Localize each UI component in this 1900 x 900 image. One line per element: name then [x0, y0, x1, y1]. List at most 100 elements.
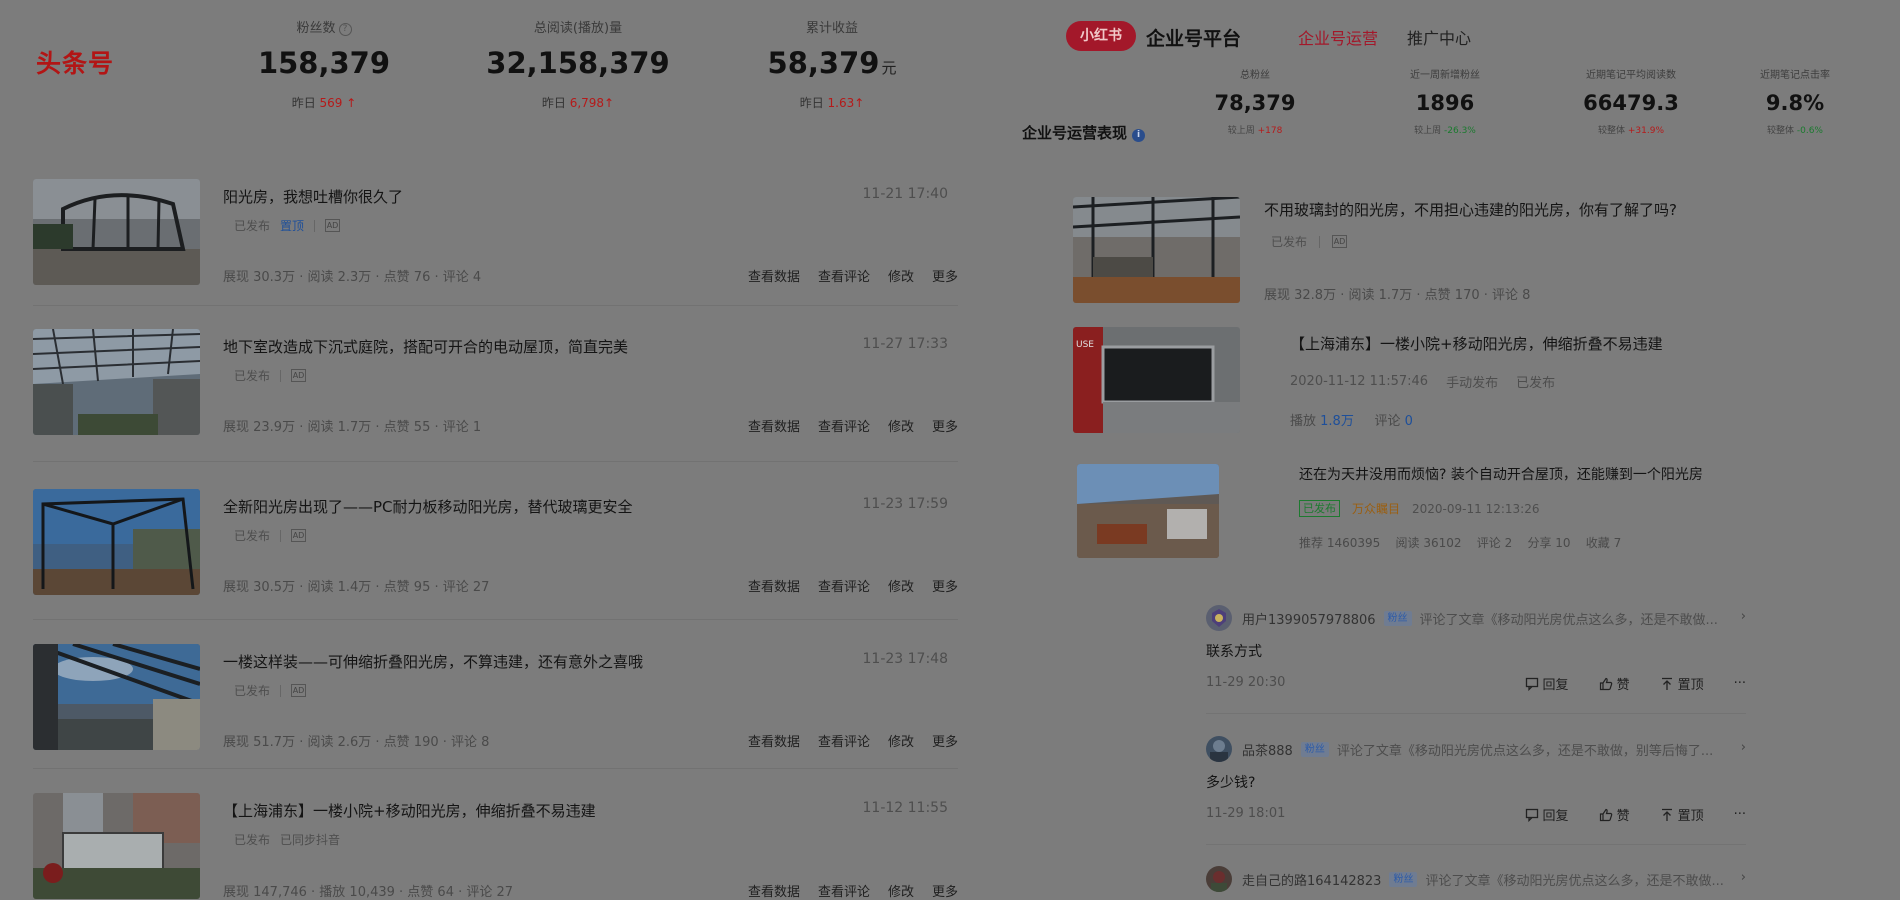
- view-data-button[interactable]: 查看数据: [748, 576, 800, 595]
- stat-sub-label: 昨日: [291, 96, 316, 110]
- stat-sub-value: 1.63↑: [827, 96, 865, 110]
- note-row[interactable]: 还在为天井没用而烦恼? 装个自动开合屋顶，还能赚到一个阳光房 已发布 万众瞩目 …: [1077, 464, 1757, 560]
- article-row[interactable]: 一楼这样装——可伸缩折叠阳光房，不算违建，还有意外之喜哦 11-23 17:48…: [33, 644, 958, 774]
- section-title: 企业号运营表现 i: [1022, 122, 1146, 143]
- view-data-button[interactable]: 查看数据: [748, 731, 800, 750]
- note-thumbnail[interactable]: [1073, 197, 1240, 303]
- pin-top-icon: [1661, 677, 1672, 690]
- stat-label: 总阅读(播放)量: [533, 21, 623, 36]
- article-title[interactable]: 【上海浦东】一楼小院+移动阳光房，伸缩折叠不易违建: [223, 800, 596, 821]
- divider: [33, 619, 958, 620]
- view-comments-button[interactable]: 查看评论: [818, 881, 870, 900]
- more-button[interactable]: 更多: [932, 266, 958, 285]
- comment-user[interactable]: 走自己的路164142823: [1242, 870, 1381, 889]
- view-data-button[interactable]: 查看数据: [748, 881, 800, 900]
- view-comments-button[interactable]: 查看评论: [818, 576, 870, 595]
- ad-icon: AD: [325, 219, 341, 232]
- comment-context[interactable]: 评论了文章《移动阳光房优点这么多，还是不敢做，别等后悔了...: [1337, 740, 1713, 759]
- stat-value: 158,379: [257, 46, 391, 80]
- divider: [33, 768, 958, 769]
- article-title[interactable]: 一楼这样装——可伸缩折叠阳光房，不算违建，还有意外之喜哦: [223, 651, 643, 672]
- view-comments-button[interactable]: 查看评论: [818, 266, 870, 285]
- article-thumbnail[interactable]: [33, 489, 200, 595]
- note-title[interactable]: 【上海浦东】一楼小院+移动阳光房，伸缩折叠不易违建: [1290, 333, 1663, 354]
- comment-user[interactable]: 品茶888: [1242, 740, 1293, 759]
- chevron-right-icon[interactable]: ›: [1741, 740, 1746, 755]
- chevron-right-icon[interactable]: ›: [1741, 609, 1746, 624]
- divider: [1319, 235, 1321, 248]
- like-button[interactable]: 赞: [1599, 674, 1630, 693]
- chevron-right-icon[interactable]: ›: [1741, 870, 1746, 885]
- view-data-button[interactable]: 查看数据: [748, 416, 800, 435]
- tab-promotion[interactable]: 推广中心: [1407, 25, 1471, 49]
- comment-user[interactable]: 用户1399057978806: [1242, 609, 1376, 628]
- article-thumbnail[interactable]: [33, 329, 200, 435]
- more-button[interactable]: 更多: [932, 731, 958, 750]
- info-icon[interactable]: i: [1132, 129, 1146, 142]
- publish-date: 2020-09-11 12:13:26: [1412, 501, 1540, 516]
- reply-button[interactable]: 回复: [1525, 805, 1569, 824]
- like-label: 赞: [1616, 678, 1630, 693]
- svg-text:USE: USE: [1076, 340, 1094, 350]
- article-row[interactable]: 地下室改造成下沉式庭院，搭配可开合的电动屋顶，简直完美 11-27 17:33 …: [33, 329, 958, 459]
- comment-context[interactable]: 评论了文章《移动阳光房优点这么多，还是不敢做...: [1420, 609, 1718, 628]
- more-options-button[interactable]: ···: [1734, 676, 1746, 691]
- stat-label: 近期笔记点击率: [1760, 70, 1830, 81]
- pin-button[interactable]: 置顶: [1660, 805, 1704, 824]
- note-title[interactable]: 不用玻璃封的阳光房，不用担心违建的阳光房，你有了解了吗?: [1264, 199, 1677, 220]
- article-thumbnail[interactable]: [33, 644, 200, 750]
- article-thumbnail[interactable]: [33, 793, 200, 899]
- article-title[interactable]: 阳光房，我想吐槽你很久了: [223, 186, 403, 207]
- article-metrics: 展现 51.7万 · 阅读 2.6万 · 点赞 190 · 评论 8: [223, 735, 490, 750]
- article-title[interactable]: 地下室改造成下沉式庭院，搭配可开合的电动屋顶，简直完美: [223, 336, 628, 357]
- avatar[interactable]: [1206, 736, 1232, 762]
- more-button[interactable]: 更多: [932, 881, 958, 900]
- play-label: 播放: [1290, 414, 1317, 429]
- publish-mode: 手动发布: [1446, 376, 1499, 391]
- avatar[interactable]: [1206, 866, 1232, 892]
- article-row[interactable]: 全新阳光房出现了——PC耐力板移动阳光房，替代玻璃更安全 11-23 17:59…: [33, 489, 958, 619]
- view-data-button[interactable]: 查看数据: [748, 266, 800, 285]
- pin-button[interactable]: 置顶: [1660, 674, 1704, 693]
- stat-total-fans: 总粉丝 78,379 较上周 +178: [1185, 66, 1325, 136]
- edit-button[interactable]: 修改: [888, 576, 914, 595]
- stat-sub-label: 昨日: [541, 96, 566, 110]
- status-label: 已发布: [1271, 235, 1308, 249]
- edit-button[interactable]: 修改: [888, 416, 914, 435]
- like-button[interactable]: 赞: [1599, 805, 1630, 824]
- tab-operations[interactable]: 企业号运营: [1298, 25, 1378, 49]
- toutiao-logo: 头条号: [36, 49, 115, 78]
- edit-button[interactable]: 修改: [888, 731, 914, 750]
- more-button[interactable]: 更多: [932, 416, 958, 435]
- article-thumbnail[interactable]: [33, 179, 200, 285]
- article-row[interactable]: 阳光房，我想吐槽你很久了 11-21 17:40 已发布 置顶 AD 展现 30…: [33, 179, 958, 309]
- ad-icon: AD: [291, 369, 307, 382]
- note-title[interactable]: 还在为天井没用而烦恼? 装个自动开合屋顶，还能赚到一个阳光房: [1299, 464, 1703, 484]
- stat-value: 1896: [1415, 91, 1475, 115]
- more-options-button[interactable]: ···: [1734, 807, 1746, 822]
- note-thumbnail[interactable]: [1077, 464, 1219, 558]
- edit-button[interactable]: 修改: [888, 881, 914, 900]
- article-row[interactable]: 【上海浦东】一楼小院+移动阳光房，伸缩折叠不易违建 11-12 11:55 已发…: [33, 793, 958, 900]
- view-comments-button[interactable]: 查看评论: [818, 731, 870, 750]
- pin-tag[interactable]: 置顶: [280, 217, 304, 234]
- help-icon[interactable]: ?: [338, 23, 352, 36]
- comment-item: 走自己的路164142823 粉丝 评论了文章《移动阳光房优点这么多，还是不敢做…: [1206, 866, 1746, 900]
- article-time: 11-27 17:33: [862, 336, 948, 352]
- stat-label: 总粉丝: [1240, 70, 1270, 81]
- more-button[interactable]: 更多: [932, 576, 958, 595]
- status-label: 已发布: [234, 529, 271, 543]
- reply-button[interactable]: 回复: [1525, 674, 1569, 693]
- xiaohongshu-logo: 小红书: [1066, 21, 1136, 51]
- note-thumbnail[interactable]: USE: [1073, 327, 1240, 433]
- pin-label: 置顶: [1677, 809, 1704, 824]
- comment-context[interactable]: 评论了文章《移动阳光房优点这么多，还是不敢做...: [1425, 870, 1723, 889]
- article-title[interactable]: 全新阳光房出现了——PC耐力板移动阳光房，替代玻璃更安全: [223, 496, 633, 517]
- view-comments-button[interactable]: 查看评论: [818, 416, 870, 435]
- stat-income: 累计收益 58,379 元 昨日 1.63↑: [752, 17, 912, 111]
- divider: [280, 529, 282, 542]
- avatar[interactable]: [1206, 605, 1232, 631]
- note-row[interactable]: USE 【上海浦东】一楼小院+移动阳光房，伸缩折叠不易违建 2020-11-12…: [1073, 327, 1753, 433]
- edit-button[interactable]: 修改: [888, 266, 914, 285]
- note-row[interactable]: 不用玻璃封的阳光房，不用担心违建的阳光房，你有了解了吗? 已发布 AD 展现 3…: [1073, 197, 1753, 307]
